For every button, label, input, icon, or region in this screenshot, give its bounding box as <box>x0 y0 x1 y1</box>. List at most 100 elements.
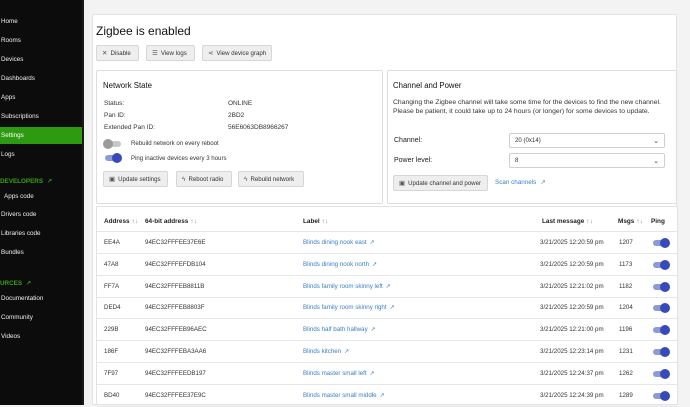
sidebar-item-drivers-code[interactable]: Drivers code <box>0 206 82 223</box>
column-header-ping: Ping <box>651 218 665 225</box>
column-header-address[interactable]: Address ↑↓ <box>104 218 138 225</box>
header-label: Address <box>104 218 130 225</box>
sidebar-item-community[interactable]: Community <box>0 309 82 326</box>
address-cell: DED4 <box>104 304 121 311</box>
sidebar-item-bundles[interactable]: Bundles <box>0 244 82 261</box>
channel-select[interactable]: 20 (0x14) ⌄ <box>509 133 665 148</box>
column-header-last-message[interactable]: Last message ↑↓ <box>542 218 593 225</box>
sidebar-item-home[interactable]: Home <box>0 13 82 30</box>
device-label-link[interactable]: Blinds master small middle ↗ <box>303 392 385 399</box>
device-label-link[interactable]: Blinds master small left ↗ <box>303 370 375 377</box>
last-message-cell: 3/21/2025 12:24:39 pm <box>540 392 604 399</box>
device-label-link[interactable]: Blinds family room skinny left ↗ <box>303 283 391 290</box>
ieee-address-cell: 94EC32FFFEBA3AA6 <box>145 348 206 355</box>
header-divider <box>97 231 677 232</box>
sidebar-item-subscriptions[interactable]: Subscriptions <box>0 108 82 125</box>
cell-text: 94EC32FFFEB96AEC <box>145 326 207 334</box>
cell-text: 1182 <box>619 282 633 290</box>
cell-text: 1262 <box>619 369 633 377</box>
power-level-label: Power level: <box>394 157 433 164</box>
device-label-link[interactable]: Blinds kitchen ↗ <box>303 348 349 355</box>
sidebar-item-apps[interactable]: Apps <box>0 89 82 106</box>
ping-toggle[interactable] <box>651 347 670 357</box>
row-divider <box>97 318 677 320</box>
msgs-cell: 1173 <box>619 261 632 268</box>
update-channel-power-button[interactable]: ▣ Update channel and power <box>393 175 488 191</box>
ping-toggle[interactable] <box>651 238 670 248</box>
ieee-address-cell: 94EC32FFFEB8811B <box>145 283 204 290</box>
view-device-graph-button[interactable]: ⋖ View device graph <box>202 45 272 61</box>
cell-text: 47A8 <box>104 260 119 268</box>
header-label: Label <box>303 218 320 225</box>
column-header-msgs[interactable]: Msgs ↑↓ <box>618 218 643 225</box>
sidebar-item-libraries-code[interactable]: Libraries code <box>0 225 82 242</box>
rebuild-on-reboot-toggle[interactable] <box>103 139 122 149</box>
button-label: Rebuild network <box>250 175 295 183</box>
external-link-icon: ↗ <box>385 283 391 290</box>
column-header-label[interactable]: Label ↑↓ <box>303 218 328 225</box>
device-label-link[interactable]: Blinds half bath hallway ↗ <box>303 326 376 333</box>
reboot-radio-button[interactable]: ϟ Reboot radio <box>176 171 232 187</box>
ping-toggle[interactable] <box>651 325 670 336</box>
cell-text: 3/21/2025 12:24:39 pm <box>540 391 604 399</box>
button-label: Update channel and power <box>408 179 481 187</box>
cell-text: 94EC32FFFEE37E9C <box>145 391 206 399</box>
ping-toggle[interactable] <box>651 281 670 292</box>
sidebar-item-devices[interactable]: Devices <box>0 51 82 68</box>
power-level-select[interactable]: 8 ⌄ <box>509 153 665 168</box>
cell-text: 3/21/2025 12:24:37 pm <box>540 369 604 377</box>
device-label-link[interactable]: Blinds dining nook east ↗ <box>303 239 375 246</box>
last-message-cell: 3/21/2025 12:20:59 pm <box>540 261 604 268</box>
sidebar-item-settings[interactable]: Settings <box>0 127 82 144</box>
sidebar-item-videos[interactable]: Videos <box>0 328 82 345</box>
rebuild-network-button[interactable]: ϟ Rebuild network <box>238 171 304 187</box>
cell-text: 1196 <box>619 326 633 334</box>
cell-text: 94EC32FFFEB8803F <box>145 304 205 312</box>
update-settings-button[interactable]: ▣ Update settings <box>103 171 168 187</box>
ping-toggle[interactable] <box>651 390 670 401</box>
device-label-link[interactable]: Blinds family room skinny right ↗ <box>303 304 395 311</box>
header-label: Msgs <box>618 218 635 225</box>
scan-channels-label: Scan channels <box>495 179 537 186</box>
list-icon: ☰ <box>152 50 158 57</box>
resources-section-title[interactable]: URCES ↗ <box>0 277 31 289</box>
sidebar-item-label: Dashboards <box>1 75 35 82</box>
cell-text: 229B <box>104 326 119 334</box>
cell-text: Blinds family room skinny left <box>303 282 383 290</box>
address-cell: 7F97 <box>104 370 118 377</box>
scan-channels-link[interactable]: Scan channels ↗ <box>495 179 546 186</box>
sidebar-item-apps-code[interactable]: Apps code <box>0 188 82 205</box>
sidebar-item-label: Drivers code <box>1 211 37 218</box>
developers-section-title[interactable]: DEVELOPERS ↗ <box>0 175 52 187</box>
cell-text: 94EC32FFFEEDB197 <box>145 369 206 377</box>
column-header-64bit-address[interactable]: 64-bit address ↑↓ <box>145 218 197 225</box>
sidebar-item-logs[interactable]: Logs <box>0 146 82 163</box>
share-graph-icon: ⋖ <box>208 50 214 57</box>
sort-icon: ↑↓ <box>190 218 197 225</box>
sidebar-item-rooms[interactable]: Rooms <box>0 32 82 49</box>
ping-inactive-toggle[interactable] <box>103 153 122 163</box>
cell-text: 3/21/2025 12:20:59 pm <box>540 260 604 268</box>
last-message-cell: 3/21/2025 12:21:02 pm <box>540 283 604 290</box>
cell-text: 3/21/2025 12:20:59 pm <box>540 239 604 246</box>
ieee-address-cell: 94EC32FFFEE37E9C <box>145 392 206 399</box>
cell-text: 94EC32FFFEB8811B <box>145 282 205 290</box>
sidebar-item-documentation[interactable]: Documentation <box>0 290 82 307</box>
row-divider <box>97 340 677 342</box>
sidebar-item-dashboards[interactable]: Dashboards <box>0 70 82 87</box>
sidebar-item-label: Devices <box>1 56 24 63</box>
ping-toggle[interactable] <box>651 259 670 270</box>
ping-toggle[interactable] <box>651 368 670 379</box>
button-label: View device graph <box>216 49 267 57</box>
msgs-cell: 1262 <box>619 370 633 377</box>
disable-button[interactable]: ✕ Disable <box>96 45 139 61</box>
address-cell: 229B <box>104 326 118 333</box>
view-logs-button[interactable]: ☰ View logs <box>146 45 195 61</box>
save-icon: ▣ <box>109 176 116 183</box>
sort-icon: ↑↓ <box>131 218 138 225</box>
device-label-link[interactable]: Blinds dining nook north ↗ <box>303 261 377 268</box>
sidebar-item-label: Bundles <box>1 249 24 256</box>
cell-text: BD40 <box>104 391 120 399</box>
sidebar-item-label: Rooms <box>1 37 21 44</box>
ping-toggle[interactable] <box>651 303 670 314</box>
